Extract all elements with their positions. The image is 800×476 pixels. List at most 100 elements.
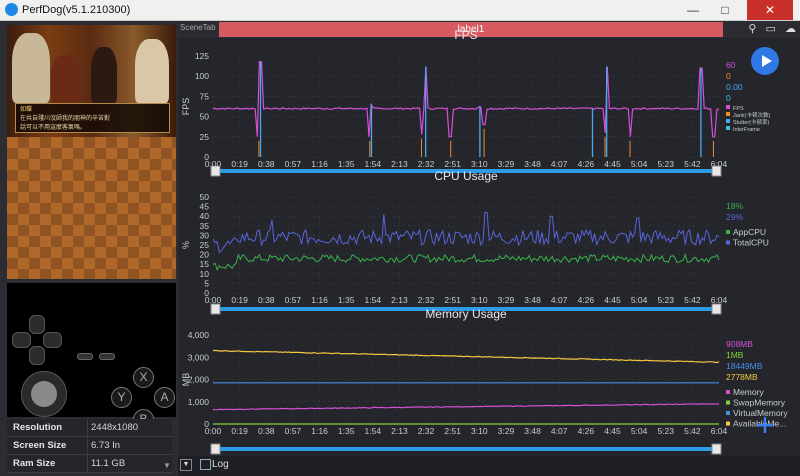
x-tick-label: 5:42 xyxy=(684,295,701,305)
info-key: Resolution xyxy=(13,422,63,433)
y-tick-label: 25 xyxy=(200,132,210,142)
x-tick-label: 0:38 xyxy=(258,295,275,305)
legend-value: 0.00 xyxy=(726,82,743,92)
dpad-right-button[interactable] xyxy=(43,332,62,348)
legend-label: Jank(卡顿次数) xyxy=(733,111,770,119)
legend-swatch xyxy=(726,400,730,405)
x-tick-label: 5:42 xyxy=(684,159,701,169)
analog-stick-knob[interactable] xyxy=(31,381,57,407)
x-tick-label: 5:04 xyxy=(631,295,648,305)
x-tick-label: 3:10 xyxy=(471,159,488,169)
dpad[interactable] xyxy=(12,315,62,365)
device-info-row: Ram Size 11.1 GB xyxy=(7,455,172,473)
device-screen-mirror[interactable]: 如蝶 在共自殘川沒師我的朋神的辛苦對 話可以不用這麼客氣嗎。 xyxy=(7,25,176,279)
legend-label: InterFrame xyxy=(733,127,760,133)
scrollbar-right-handle xyxy=(711,303,722,315)
x-tick-label: 2:13 xyxy=(391,426,408,436)
a-button[interactable]: A xyxy=(154,387,175,408)
x-tick-label: 2:32 xyxy=(418,295,435,305)
start-button[interactable] xyxy=(99,353,115,360)
x-tick-label: 0:00 xyxy=(205,426,222,436)
info-value: 2448x1080 xyxy=(91,422,139,433)
memory-series-line xyxy=(212,403,720,411)
close-button[interactable]: ✕ xyxy=(747,0,793,20)
legend-swatch xyxy=(726,112,730,116)
x-tick-label: 3:29 xyxy=(498,426,515,436)
x-tick-label: 4:45 xyxy=(604,159,621,169)
select-button[interactable] xyxy=(77,353,93,360)
scrollbar-left-handle xyxy=(210,303,221,315)
y-tick-label: 3,000 xyxy=(188,352,210,362)
legend-swatch xyxy=(726,411,730,415)
x-tick-label: 5:23 xyxy=(657,426,674,436)
x-tick-label: 0:57 xyxy=(285,295,302,305)
dpad-down-button[interactable] xyxy=(29,346,45,365)
character-figure xyxy=(51,55,81,103)
y-tick-label: 50 xyxy=(200,192,210,202)
x-tick-label: 2:51 xyxy=(444,426,461,436)
x-tick-label: 4:26 xyxy=(578,426,595,436)
scrollbar-right-handle xyxy=(711,165,722,177)
dialog-speaker: 如蝶 xyxy=(20,107,33,113)
character-figure xyxy=(12,33,50,103)
y-tick-label: 75 xyxy=(200,91,210,101)
info-value: 11.1 GB xyxy=(91,458,126,469)
dpad-up-button[interactable] xyxy=(29,315,45,334)
x-tick-label: 3:48 xyxy=(524,295,541,305)
legend-swatch xyxy=(726,390,730,394)
y-tick-label: 10 xyxy=(200,269,210,279)
expand-icon[interactable]: ▼ xyxy=(180,459,192,471)
legend-label: Stutter(卡顿率) xyxy=(733,118,770,126)
x-tick-label: 1:54 xyxy=(365,426,382,436)
legend-label: SwapMemory xyxy=(733,398,786,408)
legend-value: 18% xyxy=(726,201,743,211)
legend-swatch xyxy=(726,240,730,245)
charts-canvas: FPSFPS02550751001250:00 0:19 0:38 0:57 1:16 1… xyxy=(181,28,788,455)
y-tick-label: 50 xyxy=(200,112,210,122)
app-cpu-series-line xyxy=(212,253,720,271)
y-tick-label: 25 xyxy=(200,240,210,250)
play-button[interactable] xyxy=(751,47,779,75)
device-panel: 如蝶 在共自殘川沒師我的朋神的辛苦對 話可以不用這麼客氣嗎。 X Y A B R… xyxy=(0,21,178,476)
x-tick-label: 1:35 xyxy=(338,295,355,305)
x-tick-label: 3:48 xyxy=(524,426,541,436)
chart-title: FPS xyxy=(454,28,477,42)
x-tick-label: 4:07 xyxy=(551,426,568,436)
dpad-left-button[interactable] xyxy=(12,332,31,348)
legend-label: AppCPU xyxy=(733,227,766,237)
scrollbar-left-handle xyxy=(210,165,221,177)
y-button[interactable]: Y xyxy=(111,387,132,408)
analog-stick[interactable] xyxy=(21,371,67,417)
info-key: Screen Size xyxy=(13,440,67,451)
x-tick-label: 3:29 xyxy=(498,159,515,169)
legend-value: 908MB xyxy=(726,339,753,349)
y-tick-label: 30 xyxy=(200,230,210,240)
x-tick-label: 4:26 xyxy=(578,295,595,305)
x-button[interactable]: X xyxy=(133,367,154,388)
character-figure xyxy=(135,39,169,103)
dialog-line: 在共自殘川沒師我的朋神的辛苦對 xyxy=(20,116,111,122)
bottom-bar: ▼ Log xyxy=(178,456,800,476)
y-tick-label: 5 xyxy=(204,278,209,288)
log-checkbox[interactable] xyxy=(200,459,211,470)
legend-value: 0 xyxy=(726,71,731,81)
chart-title: Memory Usage xyxy=(425,307,507,321)
x-tick-label: 1:16 xyxy=(311,159,328,169)
maximize-button[interactable]: □ xyxy=(710,0,740,20)
legend-value: 29% xyxy=(726,212,743,222)
x-tick-label: 0:57 xyxy=(285,426,302,436)
log-label: Log xyxy=(212,459,229,470)
y-tick-label: 1,000 xyxy=(188,397,210,407)
fps-series-line xyxy=(212,61,720,138)
character-figure xyxy=(91,47,117,103)
dialog-line: 話可以不用這麼客氣嗎。 xyxy=(20,125,87,131)
scrollbar-right-handle xyxy=(711,443,722,455)
x-tick-label: 0:57 xyxy=(285,159,302,169)
x-tick-label: 4:45 xyxy=(604,295,621,305)
x-tick-label: 4:07 xyxy=(551,159,568,169)
add-icon[interactable]: + xyxy=(753,409,777,441)
minimize-button[interactable]: — xyxy=(678,0,708,20)
y-tick-label: 45 xyxy=(200,202,210,212)
x-tick-label: 4:07 xyxy=(551,295,568,305)
chevron-down-icon[interactable]: ▼ xyxy=(163,461,171,470)
